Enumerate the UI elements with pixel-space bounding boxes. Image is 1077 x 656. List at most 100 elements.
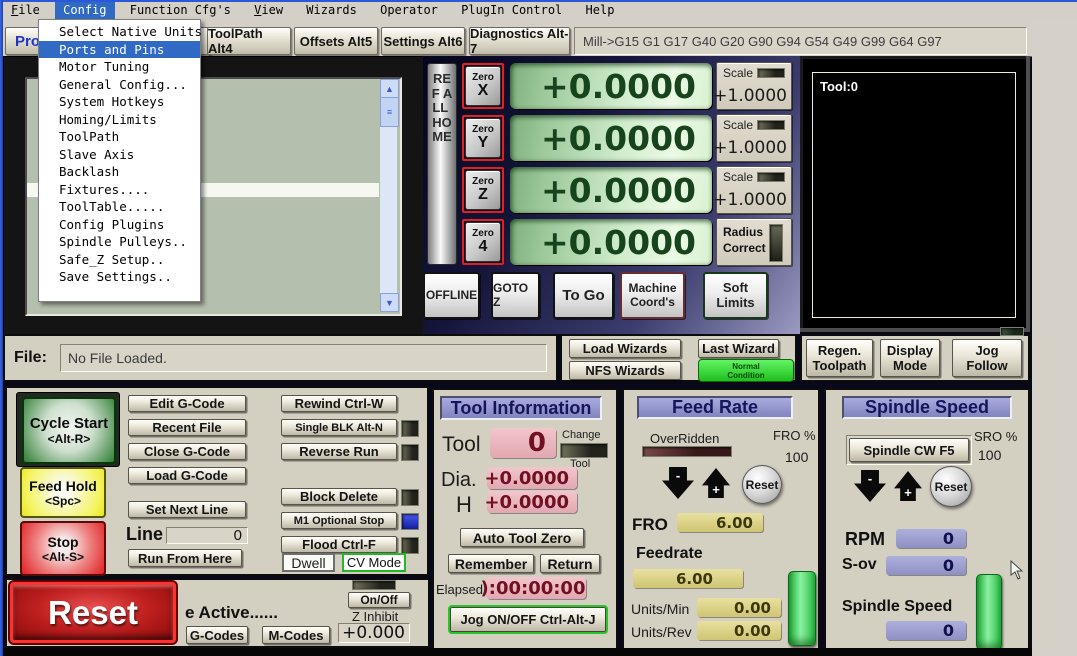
scrollbar-thumb[interactable]: ≡ [380, 97, 399, 127]
rewind-button[interactable]: Rewind Ctrl-W [281, 395, 397, 412]
units-rev-field[interactable]: 0.00 [697, 621, 781, 640]
line-number-field[interactable]: 0 [166, 527, 248, 544]
menu-item-save-settings[interactable]: Save Settings.. [39, 268, 200, 286]
ref-all-home-button[interactable]: REF ALL HOME [427, 63, 457, 265]
machine-coords-button[interactable]: Machine Coord's [620, 272, 685, 319]
cv-mode-indicator[interactable]: CV Mode [342, 553, 406, 572]
rpm-field[interactable]: 0 [896, 529, 966, 548]
zero-4-button[interactable]: Zero 4 [462, 219, 504, 265]
menu-item-backlash[interactable]: Backlash [39, 163, 200, 181]
menu-function-cfgs[interactable]: Function Cfg's [122, 2, 239, 19]
menu-item-motor-tuning[interactable]: Motor Tuning [39, 58, 200, 76]
scale-z-panel[interactable]: Scale +1.0000 [713, 166, 792, 214]
tab-offsets[interactable]: Offsets Alt5 [294, 27, 378, 55]
menu-view[interactable]: View [246, 2, 291, 19]
last-wizard-button[interactable]: Last Wizard [698, 339, 779, 358]
set-next-line-button[interactable]: Set Next Line [128, 501, 246, 518]
menu-item-fixtures[interactable]: Fixtures.... [39, 181, 200, 199]
block-delete-button[interactable]: Block Delete [281, 488, 397, 505]
spindle-reset-button[interactable]: Reset [930, 466, 972, 507]
spindle-speed-field[interactable]: 0 [886, 621, 966, 640]
feedrate-field[interactable]: 6.00 [633, 569, 743, 588]
cycle-start-button[interactable]: Cycle Start <Alt-R> [22, 397, 116, 464]
nfs-wizards-button[interactable]: NFS Wizards [569, 361, 681, 380]
tool-number-field[interactable]: 0 [490, 428, 556, 458]
scroll-up-icon[interactable]: ▲ [380, 79, 399, 98]
menu-plugin-control[interactable]: PlugIn Control [453, 2, 570, 19]
jog-onoff-button[interactable]: Jog ON/OFF Ctrl-Alt-J [448, 605, 608, 634]
tab-diagnostics[interactable]: Diagnostics Alt-7 [469, 26, 570, 56]
file-name-field[interactable]: No File Loaded. [60, 344, 547, 372]
goto-z-button[interactable]: GOTO Z [491, 272, 540, 319]
menu-item-slave-axis[interactable]: Slave Axis [39, 146, 200, 164]
tab-settings[interactable]: Settings Alt6 [381, 27, 465, 55]
to-go-button[interactable]: To Go [553, 272, 614, 319]
reset-button[interactable]: Reset [8, 580, 178, 645]
menu-wizards[interactable]: Wizards [298, 2, 365, 19]
normal-condition-button[interactable]: Normal Condition [698, 359, 794, 382]
tab-toolpath[interactable]: ToolPath Alt4 [207, 26, 291, 56]
dro-4-readout[interactable]: +0.0000 [510, 219, 712, 265]
menu-item-config-plugins[interactable]: Config Plugins [39, 216, 200, 234]
radius-correct-button[interactable]: Radius Correct [716, 218, 792, 266]
menu-file[interactable]: File [3, 2, 48, 19]
spindle-slider[interactable] [976, 574, 1002, 650]
feed-reset-button[interactable]: Reset [742, 465, 782, 504]
menu-config[interactable]: Config [55, 2, 115, 19]
z-inhibit-value-field[interactable]: +0.000 [338, 623, 410, 643]
single-blk-button[interactable]: Single BLK Alt-N [281, 419, 397, 436]
feedrate-slider[interactable] [788, 571, 816, 646]
menu-item-toolpath[interactable]: ToolPath [39, 128, 200, 146]
auto-tool-zero-button[interactable]: Auto Tool Zero [460, 528, 584, 547]
remember-button[interactable]: Remember [448, 554, 534, 573]
return-button[interactable]: Return [540, 554, 600, 573]
regen-toolpath-button[interactable]: Regen. Toolpath [806, 339, 873, 377]
rpm-label: RPM [845, 529, 885, 549]
menu-item-homing-limits[interactable]: Homing/Limits [39, 111, 200, 129]
flood-button[interactable]: Flood Ctrl-F [281, 536, 397, 553]
soft-limits-button[interactable]: Soft Limits [703, 272, 768, 319]
menu-item-safe-z-setup[interactable]: Safe_Z Setup.. [39, 251, 200, 269]
dro-y-readout[interactable]: +0.0000 [510, 115, 712, 161]
stop-button[interactable]: Stop <Alt-S> [20, 521, 106, 576]
jog-follow-button[interactable]: Jog Follow [952, 339, 1022, 377]
scale-x-panel[interactable]: Scale +1.0000 [713, 62, 792, 110]
spindle-cw-button[interactable]: Spindle CW F5 [849, 438, 969, 462]
z-inhibit-onoff-button[interactable]: On/Off [348, 592, 410, 608]
edit-gcode-button[interactable]: Edit G-Code [128, 395, 246, 412]
sov-field[interactable]: 0 [886, 556, 966, 575]
m1-optional-stop-button[interactable]: M1 Optional Stop [281, 512, 397, 529]
change-tool-button[interactable] [560, 443, 608, 458]
run-from-here-button[interactable]: Run From Here [128, 549, 242, 567]
dia-field[interactable]: +0.0000 [484, 467, 577, 489]
load-gcode-button[interactable]: Load G-Code [128, 467, 246, 484]
recent-file-button[interactable]: Recent File [128, 419, 246, 436]
fro-field[interactable]: 6.00 [677, 513, 763, 532]
dro-x-readout[interactable]: +0.0000 [510, 63, 712, 109]
close-gcode-button[interactable]: Close G-Code [128, 443, 246, 460]
display-mode-button[interactable]: Display Mode [880, 339, 940, 377]
h-field[interactable]: +0.0000 [484, 491, 577, 513]
menu-item-select-native-units[interactable]: Select Native Units [39, 23, 202, 41]
menu-item-system-hotkeys[interactable]: System Hotkeys [39, 93, 200, 111]
offline-button[interactable]: OFFLINE [423, 272, 480, 319]
menu-operator[interactable]: Operator [372, 2, 446, 19]
gcodes-button[interactable]: G-Codes [186, 626, 248, 644]
feed-hold-line1: Feed Hold [29, 477, 97, 494]
load-wizards-button[interactable]: Load Wizards [569, 339, 681, 358]
menu-help[interactable]: Help [578, 2, 623, 19]
feed-hold-button[interactable]: Feed Hold <Spc> [20, 467, 106, 518]
zero-z-button[interactable]: Zero Z [462, 167, 504, 213]
menu-item-spindle-pulleys[interactable]: Spindle Pulleys.. [39, 233, 200, 251]
zero-x-button[interactable]: Zero X [462, 63, 504, 109]
menu-item-ports-and-pins[interactable]: Ports and Pins [39, 40, 200, 58]
reverse-run-button[interactable]: Reverse Run [281, 443, 397, 460]
menu-item-tooltable[interactable]: ToolTable..... [39, 198, 200, 216]
scale-y-panel[interactable]: Scale +1.0000 [713, 114, 792, 162]
scroll-down-icon[interactable]: ▼ [380, 293, 399, 312]
dro-z-readout[interactable]: +0.0000 [510, 167, 712, 213]
zero-y-button[interactable]: Zero Y [462, 115, 504, 161]
units-min-field[interactable]: 0.00 [697, 598, 781, 617]
menu-item-general-config[interactable]: General Config... [39, 76, 200, 94]
mcodes-button[interactable]: M-Codes [262, 626, 330, 644]
